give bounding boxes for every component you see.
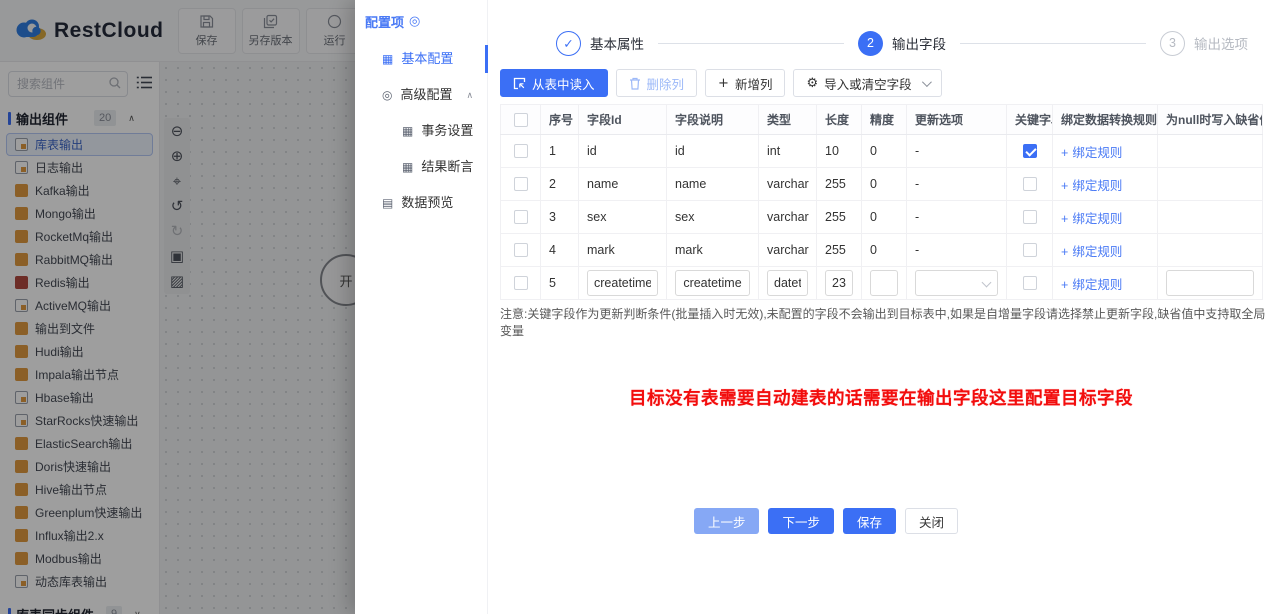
add-column-button[interactable]: + 新增列 [705,69,786,97]
red-annotation-text: 目标没有表需要自动建表的话需要在输出字段这里配置目标字段 [629,388,1133,408]
col-field-id: 字段Id [578,104,667,135]
col-seq: 序号 [540,104,579,135]
grid-icon: ▦ [382,52,394,66]
row-select-checkbox[interactable] [513,210,528,225]
bind-rule-link[interactable]: + 绑定规则 [1061,212,1122,226]
bind-rule-link[interactable]: + 绑定规则 [1061,278,1122,292]
nav-advanced-config[interactable]: ◎ 高级配置 ∧ [355,77,487,113]
table-row-editable: 5 +绑定规则 [500,266,1263,300]
bind-rule-link[interactable]: + 绑定规则 [1061,146,1122,160]
key-field-checkbox[interactable] [1022,177,1037,192]
close-button[interactable]: 关闭 [905,508,959,534]
table-row: 4 mark mark varchar 255 0 - + 绑定规则 [500,233,1263,267]
footer-buttons: 上一步 下一步 保存 关闭 [445,508,1207,534]
step-connector [658,42,844,44]
field-type-input[interactable] [767,270,808,296]
config-content: ✓ 基本属性 2 输出字段 3 输出选项 从表中读入 删除列 + 新增列 ⚙ 导… [488,0,1266,614]
col-field-desc: 字段说明 [666,104,759,135]
modal-backdrop [0,0,355,614]
next-step-button[interactable]: 下一步 [768,508,834,534]
delete-column-button[interactable]: 删除列 [615,69,698,97]
field-precision-input[interactable] [870,270,898,296]
col-length: 长度 [816,104,862,135]
table-row: 1 id id int 10 0 - + 绑定规则 [500,134,1263,168]
step-indicator: ✓ 基本属性 2 输出字段 3 输出选项 [556,30,1248,56]
import-or-clear-fields-button[interactable]: ⚙ 导入或清空字段 [793,69,942,97]
step-output-options[interactable]: 3 输出选项 [1160,30,1248,56]
key-field-checkbox[interactable] [1022,210,1037,225]
step-basic-attributes[interactable]: ✓ 基本属性 [556,30,644,56]
target-icon: ◎ [409,14,421,29]
update-option-select[interactable] [915,270,998,296]
row-select-checkbox[interactable] [513,243,528,258]
col-precision: 精度 [861,104,907,135]
step-output-fields[interactable]: 2 输出字段 [858,30,946,56]
row-select-checkbox[interactable] [513,177,528,192]
monitor-icon: ▤ [382,196,394,210]
col-null-default: 为null时写入缺省值 [1157,104,1263,135]
col-key-field: 关键字段 [1006,104,1053,135]
save-config-button[interactable]: 保存 [843,508,897,534]
step-connector [960,42,1146,44]
config-nav-title: 配置项 ◎ [365,14,421,30]
select-all-checkbox[interactable] [513,112,528,127]
step-number: 2 [858,30,883,56]
plus-icon: + [718,75,729,91]
key-field-checkbox[interactable] [1022,276,1037,291]
chevron-down-icon [921,76,932,87]
table-note: 注意:关键字段作为更新判断条件(批量插入时无效),未配置的字段不会输出到目标表中… [500,307,1266,338]
field-length-input[interactable] [825,270,853,296]
nav-result-assertion[interactable]: ▦ 结果断言 [355,149,487,185]
null-default-input[interactable] [1166,270,1254,296]
bind-rule-link[interactable]: + 绑定规则 [1061,179,1122,193]
grid-icon: ▦ [402,160,414,174]
grid-icon: ▦ [402,124,414,138]
step-check-icon: ✓ [556,30,581,56]
table-toolbar: 从表中读入 删除列 + 新增列 ⚙ 导入或清空字段 [500,69,1266,97]
field-id-input[interactable] [587,270,658,296]
advanced-config-icon: ◎ [382,88,393,102]
row-select-checkbox[interactable] [513,144,528,159]
step-number: 3 [1160,30,1185,56]
row-select-checkbox[interactable] [513,276,528,291]
nav-data-preview[interactable]: ▤ 数据预览 [355,185,487,221]
read-from-table-button[interactable]: 从表中读入 [500,69,608,97]
output-config-panel: 配置项 ◎ ▦ 基本配置 ◎ 高级配置 ∧ ▦ 事务设置 ▦ 结果断言 ▤ 数据… [355,0,1266,614]
output-fields-table: 序号 字段Id 字段说明 类型 长度 精度 更新选项 关键字段 绑定数据转换规则… [500,104,1263,300]
bind-rule-link[interactable]: + 绑定规则 [1061,245,1122,259]
field-desc-input[interactable] [675,270,750,296]
col-bind-rule: 绑定数据转换规则 [1052,104,1158,135]
col-type: 类型 [758,104,817,135]
col-update-option: 更新选项 [906,104,1007,135]
chevron-down-icon [981,277,992,288]
read-table-icon [513,77,526,90]
key-field-checkbox[interactable] [1022,144,1037,159]
previous-step-button[interactable]: 上一步 [693,508,760,534]
table-header-row: 序号 字段Id 字段说明 类型 长度 精度 更新选项 关键字段 绑定数据转换规则… [500,104,1263,135]
chevron-up-icon: ∧ [466,90,474,100]
trash-icon [629,77,641,90]
nav-basic-config[interactable]: ▦ 基本配置 [355,41,488,77]
nav-transaction-settings[interactable]: ▦ 事务设置 [355,113,487,149]
key-field-checkbox[interactable] [1022,243,1037,258]
table-row: 2 name name varchar 255 0 - + 绑定规则 [500,167,1263,201]
gear-icon: ⚙ [806,75,819,91]
app-root: RestCloud 保存 另存版本 运行 搜索组件 输出组件 20 ∧ 库表输出… [0,0,1266,614]
table-row: 3 sex sex varchar 255 0 - + 绑定规则 [500,200,1263,234]
